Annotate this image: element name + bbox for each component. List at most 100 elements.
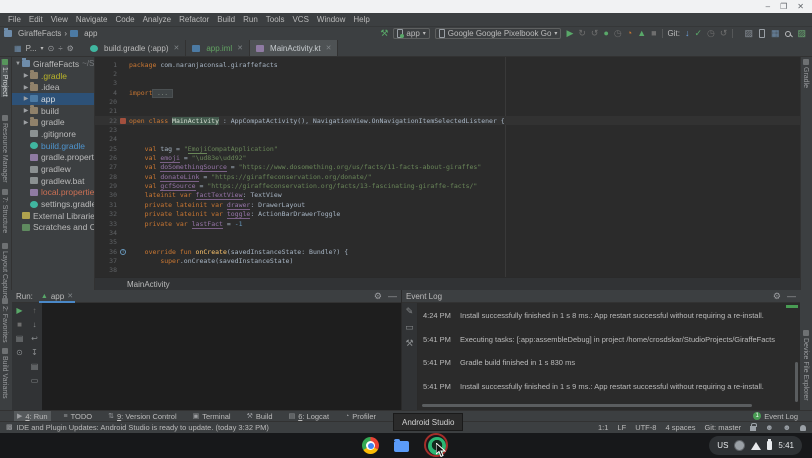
code-line[interactable]: 2 [95,69,800,78]
tree-item-local-properties[interactable]: local.properties [12,187,94,199]
toolwindow-logcat-button[interactable]: ▤6: Logcat [286,411,332,422]
code-line[interactable]: 31 private lateinit var drawer: DrawerLa… [95,200,800,209]
close-icon[interactable]: ✕ [67,292,73,300]
toolwindow-event-log-button[interactable]: 1 Event Log [753,412,798,421]
code-line[interactable]: 20 [95,97,800,106]
breadcrumb-project[interactable]: GiraffeFacts [18,29,61,38]
code-editor[interactable]: 1package com.naranjaconsal.giraffefacts2… [95,57,800,290]
clear-all-icon[interactable]: ▭ [31,376,39,385]
highlight-level-icon[interactable]: ☻ [765,423,773,432]
code-line[interactable]: 24 [95,135,800,144]
notifications-icon[interactable] [800,425,806,431]
mark-all-read-icon[interactable]: ✎ [406,307,414,316]
soft-wrap-icon[interactable]: ↩ [31,334,38,343]
code-line[interactable]: 30 lateinit var factTextView: TextView [95,191,800,200]
tree-item--idea[interactable]: ▶.idea [12,81,94,93]
restore-layout-icon[interactable]: ▤ [16,334,24,343]
toolwindow-toggle-icon[interactable]: ▩ [6,423,13,432]
toolwindow-todo-button[interactable]: ≡TODO [61,411,96,422]
class-run-marker-icon[interactable] [120,118,126,124]
menu-vcs[interactable]: VCS [288,15,312,24]
menu-edit[interactable]: Edit [25,15,47,24]
close-icon[interactable]: ✕ [326,44,332,52]
profiler-gauge-icon[interactable]: ◔ [627,29,632,38]
target-device-select[interactable]: Google Google Pixelbook Go ▾ [435,28,562,39]
attach-debugger-icon[interactable]: ▦ [771,29,780,38]
menu-navigate[interactable]: Navigate [72,15,112,24]
code-line[interactable]: 37 super.onCreate(savedInstanceState) [95,256,800,265]
code-line[interactable]: 26 val emoji = "\ud83e\udd92" [95,153,800,162]
git-rollback-icon[interactable]: ↺ [720,29,728,38]
tab-mainactivity-kt[interactable]: MainActivity.kt✕ [250,40,338,56]
git-history-icon[interactable]: ◷ [707,29,715,38]
toolwindow-build-button[interactable]: ⚒Build [244,411,276,422]
tree-item-external-libraries[interactable]: External Libraries [12,210,94,222]
toolwindow-stripe-build-variants[interactable]: Build Variants [1,348,8,399]
run-console[interactable] [42,303,401,410]
toolwindow-stripe-2-favorites[interactable]: 2: Favorites [1,298,8,343]
settings-gear-icon[interactable]: ⚙ [67,44,74,53]
code-line[interactable]: 4import ... [95,88,800,97]
menu-analyze[interactable]: Analyze [139,15,175,24]
tree-item-gradle-propert[interactable]: gradle.propert [12,152,94,164]
tree-item--gradle[interactable]: ▶.gradle [12,70,94,82]
tab-app-iml[interactable]: app.iml✕ [186,40,250,56]
event-log-settings-icon[interactable]: ⚒ [405,339,413,348]
project-view-selector[interactable]: P... [26,44,37,53]
git-commit-icon[interactable]: ✓ [695,29,703,38]
tree-item-giraffefacts[interactable]: ▼GiraffeFacts~/S [12,58,94,70]
run-configuration-select[interactable]: app ▾ [393,28,429,39]
window-close-button[interactable]: ✕ [797,3,804,11]
attach-profiler-icon[interactable]: ◷ [614,29,622,38]
tree-item-settings-gradle[interactable]: settings.gradle [12,198,94,210]
tab-build-gradle-app-[interactable]: build.gradle (:app)✕ [84,40,186,56]
code-line[interactable]: 1package com.naranjaconsal.giraffefacts [95,60,800,69]
stop-icon[interactable]: ■ [651,29,656,38]
android-studio-shelf-icon[interactable] [424,433,450,458]
toolwindow-profiler-button[interactable]: ◔Profiler [342,411,379,422]
code-line[interactable]: 3 [95,79,800,88]
files-app-icon[interactable] [394,441,409,452]
menu-window[interactable]: Window [313,15,349,24]
menu-tools[interactable]: Tools [262,15,289,24]
toolwindow-stripe-layout-captures[interactable]: Layout Captures [1,243,8,302]
toolwindow-stripe-7-structure[interactable]: 7: Structure [1,189,8,233]
run-android-icon[interactable]: ▲ [637,29,646,38]
tree-item-app[interactable]: ▶app [12,93,94,105]
status-4-spaces[interactable]: 4 spaces [665,423,695,432]
system-tray[interactable]: US 5:41 [709,436,802,455]
code-line[interactable]: 38 [95,266,800,275]
collapse-all-icon[interactable]: ÷ [58,44,62,53]
layout-inspector-icon[interactable]: ▨ [797,29,806,38]
window-minimize-button[interactable]: – [766,3,770,11]
code-line[interactable]: 22open class MainActivity : AppCompatAct… [95,116,800,125]
tree-item-scratches-and-co[interactable]: Scratches and Co [12,222,94,234]
menu-refactor[interactable]: Refactor [175,15,213,24]
run-icon[interactable]: ▶ [566,29,573,38]
code-line[interactable]: 33 private var lastFact = -1 [95,219,800,228]
code-line[interactable]: 25 val tag = "EmojiCompatApplication" [95,144,800,153]
tree-item-build-gradle[interactable]: build.gradle [12,140,94,152]
rerun-icon[interactable]: ▶ [16,306,22,315]
readonly-lock-icon[interactable] [750,426,756,431]
inspections-icon[interactable]: ☻ [783,423,791,432]
code-line[interactable]: 34 [95,228,800,237]
horizontal-scrollbar[interactable] [422,404,752,407]
tree-item-gradle[interactable]: ▶gradle [12,116,94,128]
menu-build[interactable]: Build [213,15,239,24]
chevron-down-icon[interactable]: ▾ [41,45,44,52]
sdk-manager-icon[interactable]: ▨ [744,29,753,38]
status-utf-8[interactable]: UTF-8 [635,423,656,432]
code-line[interactable]: 21 [95,107,800,116]
tree-item-build[interactable]: ▶build [12,105,94,117]
hide-icon[interactable]: — [388,292,397,301]
prev-occurrence-icon[interactable]: ↑ [33,306,37,315]
toolwindow-stripe-1-project[interactable]: 1: Project [1,59,8,97]
status-git-master[interactable]: Git: master [704,423,741,432]
code-line[interactable]: 36↑ override fun onCreate(savedInstanceS… [95,247,800,256]
code-line[interactable]: 32 private lateinit var toggle: ActionBa… [95,210,800,219]
settings-gear-icon[interactable]: ⚙ [773,292,781,301]
tree-item-gradlew-bat[interactable]: gradlew.bat [12,175,94,187]
menu-file[interactable]: File [4,15,25,24]
window-restore-button[interactable]: ❐ [780,3,787,11]
